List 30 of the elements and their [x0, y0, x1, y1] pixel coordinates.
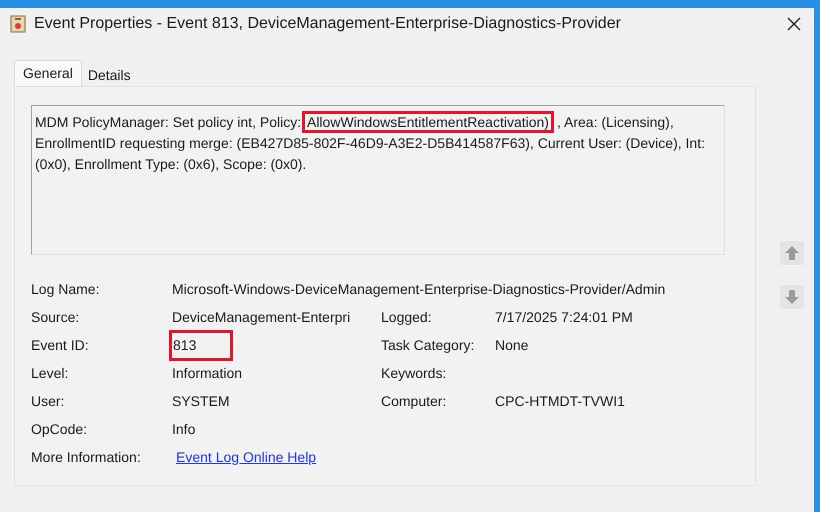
- field-value: 813: [169, 330, 234, 360]
- field-label: Log Name:: [31, 280, 100, 299]
- field-label: OpCode:: [31, 420, 88, 436]
- field-value: None: [495, 336, 528, 354]
- field-value: Information: [172, 364, 242, 380]
- field-value: 7/17/2025 7:24:01 PM: [495, 308, 633, 326]
- field-value: Microsoft-Windows-DeviceManagement-Enterprise-Diagnostics-Provider/Admin: [172, 280, 666, 299]
- close-icon: [787, 17, 801, 31]
- down-arrow-icon: [784, 289, 800, 305]
- event-log-icon: [10, 15, 26, 33]
- field-label: More Information:: [31, 448, 142, 466]
- field-value: DeviceManagement-Enterpri: [172, 308, 350, 324]
- field-label: Computer:: [381, 392, 446, 408]
- next-event-button[interactable]: [780, 285, 804, 309]
- tab[interactable]: General: [14, 60, 82, 86]
- field-label: Logged:: [381, 308, 432, 324]
- field-label: Level:: [31, 364, 68, 380]
- field-label: Task Category:: [381, 336, 474, 352]
- field-value: Info: [172, 420, 196, 436]
- window-title: Event Properties - Event 813, DeviceManagement-Enterprise-Diagnostics-Provider: [34, 14, 621, 34]
- event-message: MDM PolicyManager: Set policy int, Policy: AllowWindowsEntitlementReactivation) , Area: (Licensing), EnrollmentID requesting merge: (EB427D85-802F-46D9-A3E2-D5B414587F63), Current User: (Device), Int: (0x0), Enrollment Type: (0x6), Scope: (0x0).: [35, 112, 721, 175]
- field-value: CPC-HTMDT-TVWI1: [495, 392, 625, 410]
- field-label: Keywords:: [381, 364, 446, 380]
- online-help-link[interactable]: Event Log Online Help: [176, 446, 316, 468]
- field-label: Event ID:: [31, 336, 89, 352]
- field-label: User:: [31, 392, 64, 408]
- previous-event-button[interactable]: [780, 241, 804, 265]
- up-arrow-icon: [784, 245, 800, 261]
- field-label: Source:: [31, 308, 80, 324]
- field-value: SYSTEM: [172, 392, 230, 408]
